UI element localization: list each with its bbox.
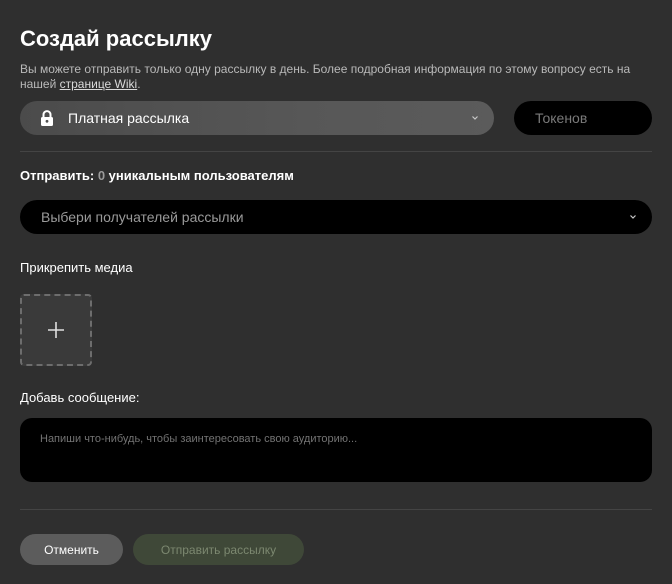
- plus-icon: [48, 322, 64, 338]
- cancel-button[interactable]: Отменить: [20, 534, 123, 565]
- message-input[interactable]: [40, 433, 632, 467]
- add-media-button[interactable]: [20, 294, 92, 366]
- divider: [20, 509, 652, 510]
- send-mailing-button[interactable]: Отправить рассылку: [133, 534, 304, 565]
- chevron-down-icon: [472, 116, 478, 120]
- chevron-down-icon: [630, 215, 636, 219]
- message-label: Добавь сообщение:: [20, 390, 140, 405]
- wiki-link[interactable]: странице Wiki: [60, 77, 138, 91]
- dialog-title: Создай рассылку: [20, 26, 212, 51]
- media-label: Прикрепить медиа: [20, 260, 133, 275]
- message-field[interactable]: [20, 418, 652, 482]
- send-summary: Отправить: 0 уникальным пользователям: [20, 168, 294, 183]
- divider: [20, 151, 652, 152]
- tokens-input[interactable]: [535, 110, 652, 126]
- send-suffix: уникальным пользователям: [108, 168, 294, 183]
- recipient-count: 0: [97, 168, 106, 183]
- tokens-field[interactable]: [514, 101, 652, 135]
- recipients-placeholder: Выбери получателей рассылки: [41, 209, 244, 225]
- mailing-type-value: Платная рассылка: [68, 110, 190, 126]
- mailing-type-select[interactable]: Платная рассылка: [20, 101, 494, 135]
- info-text: Вы можете отправить только одну рассылку…: [20, 62, 650, 92]
- lock-icon: [41, 110, 53, 126]
- info-text-end: .: [137, 77, 141, 91]
- recipients-select[interactable]: Выбери получателей рассылки: [20, 200, 652, 234]
- send-prefix: Отправить:: [20, 168, 95, 183]
- create-mailing-dialog: Создай рассылку Вы можете отправить толь…: [0, 0, 672, 584]
